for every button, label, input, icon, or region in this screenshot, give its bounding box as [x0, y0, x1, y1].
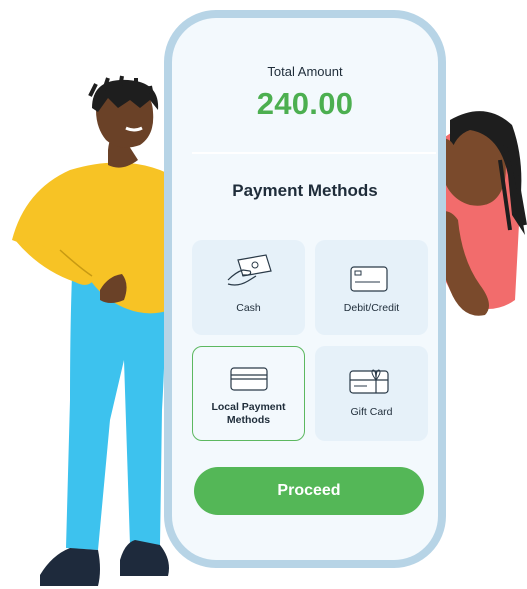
cash-hand-icon [227, 254, 272, 286]
total-amount-label: Total Amount [267, 64, 343, 79]
proceed-button[interactable]: Proceed [194, 467, 424, 515]
payment-method-debit-credit-label: Debit/Credit [343, 302, 400, 314]
payment-method-local-label: Local Payment Methods [211, 401, 286, 426]
credit-card-icon [350, 266, 388, 292]
payment-method-local[interactable]: Local Payment Methods [192, 346, 305, 441]
wallet-card-icon [230, 367, 268, 391]
payment-method-debit-credit[interactable]: Debit/Credit [315, 240, 428, 335]
total-amount-value: 240.00 [256, 86, 354, 121]
payment-method-gift-card[interactable]: Gift Card [315, 346, 428, 441]
gift-card-icon [349, 369, 389, 394]
payment-methods-title: Payment Methods [232, 181, 378, 200]
payment-method-gift-card-label: Gift Card [350, 406, 393, 418]
divider [192, 152, 436, 154]
payment-method-cash-label: Cash [236, 302, 261, 314]
payment-method-cash[interactable]: Cash [192, 240, 305, 335]
